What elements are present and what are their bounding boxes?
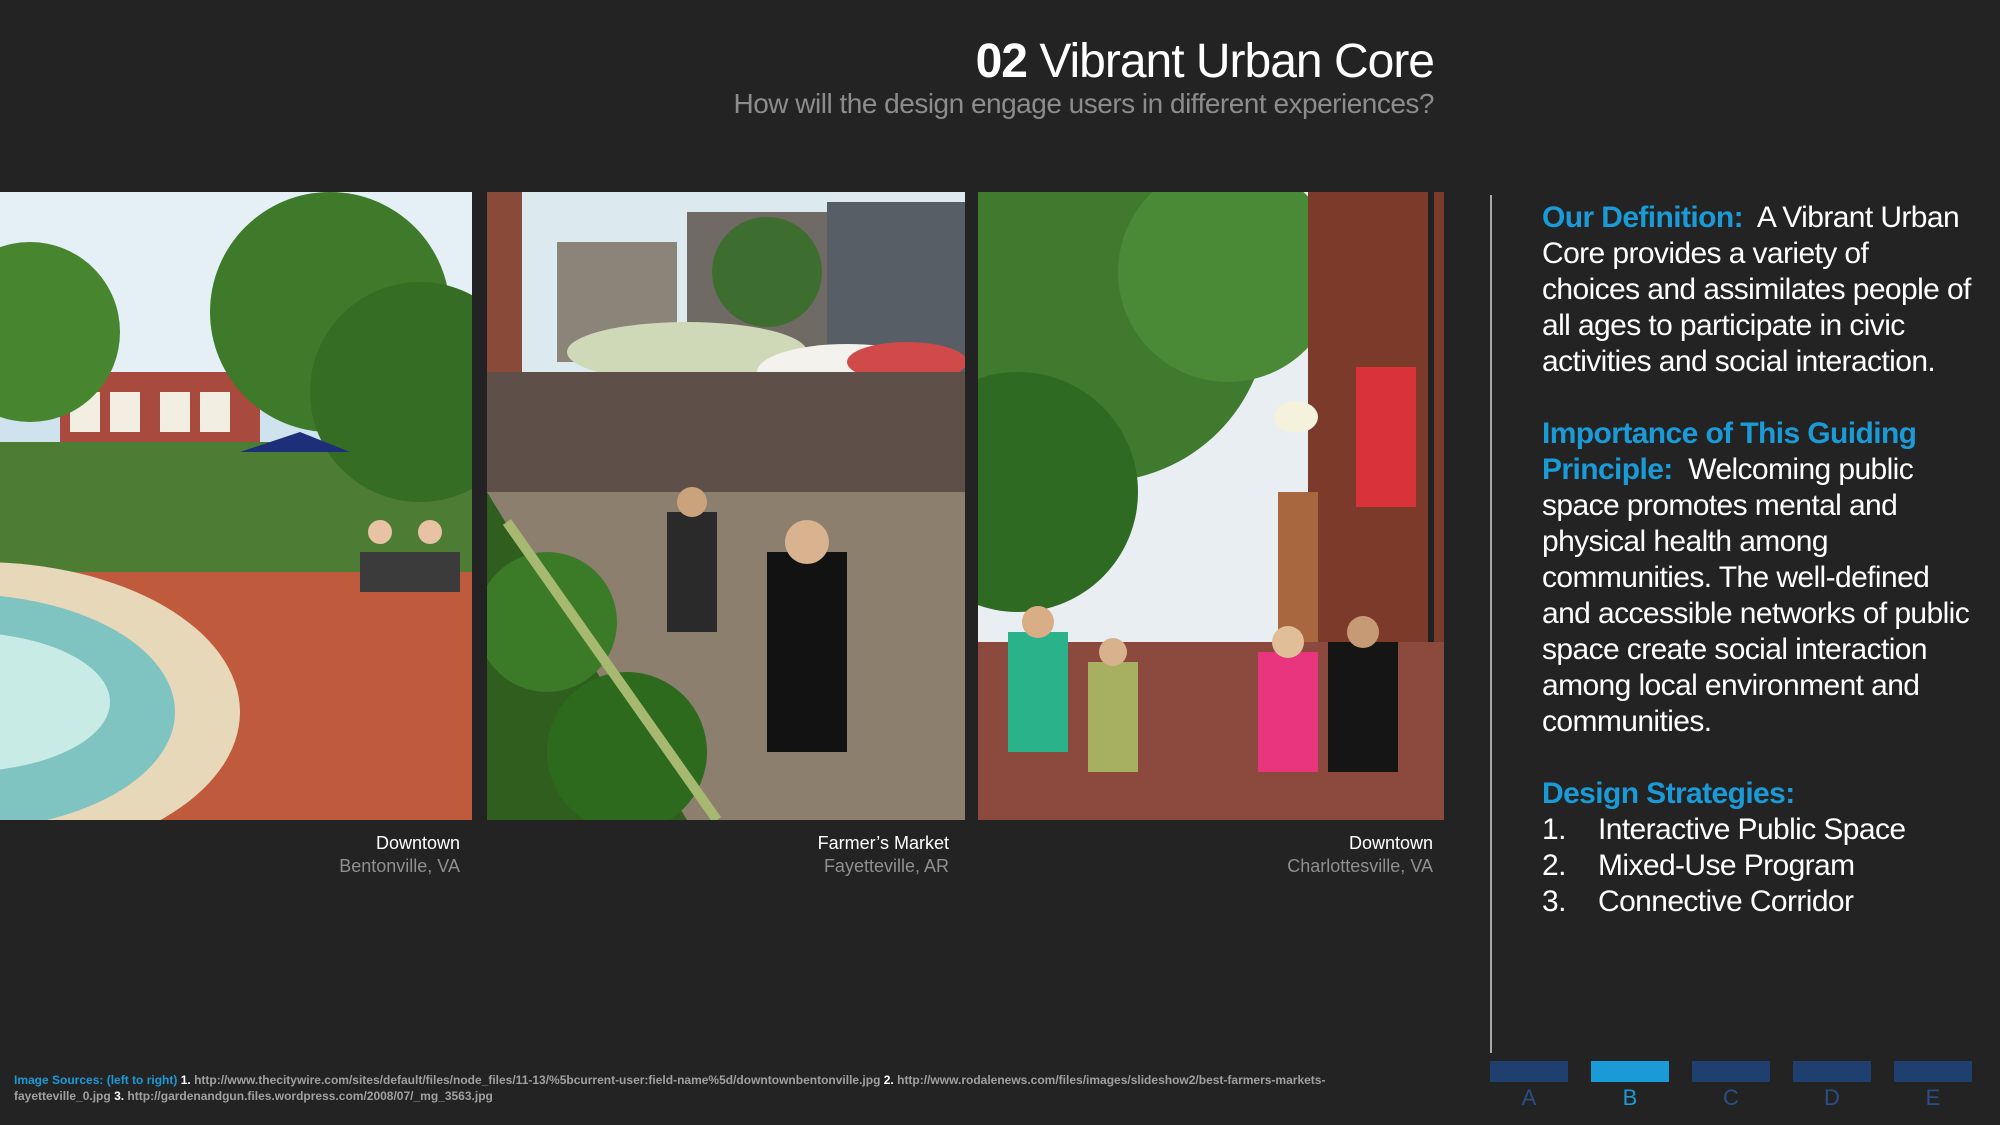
section-number: 02 [975,35,1028,88]
importance-block: Importance of This Guiding Principle: We… [1542,416,1972,740]
photo-caption: Downtown Bentonville, VA [339,832,460,878]
nav-bar [1793,1061,1871,1082]
caption-location: Charlottesville, VA [1287,856,1433,876]
item-number: 3. [1542,885,1566,918]
source-number: 1. [180,1073,191,1087]
item-number: 2. [1542,849,1566,882]
caption-location: Bentonville, VA [339,856,460,876]
list-item: 1. Interactive Public Space [1542,812,1972,848]
nav-letter: A [1521,1085,1537,1110]
item-number: 1. [1542,813,1566,846]
nav-bar [1490,1061,1568,1082]
nav-tab-e[interactable]: E [1894,1061,1972,1110]
sources-label: Image Sources: (left to right) [14,1073,178,1087]
item-label: Interactive Public Space [1598,813,1906,846]
source-number: 2. [883,1073,894,1087]
caption-location: Fayetteville, AR [823,856,949,876]
definition-heading: Our Definition: [1542,201,1744,234]
page-subtitle: How will the design engage users in diff… [733,88,1435,119]
image-sources: Image Sources: (left to right) 1. http:/… [14,1072,1374,1104]
section-title: Vibrant Urban Core [1039,35,1435,88]
source-number: 3. [114,1089,125,1103]
photo-caption: Farmer’s Market Fayetteville, AR [818,832,949,878]
nav-letter: C [1723,1085,1739,1110]
strategies-list: 1. Interactive Public Space 2. Mixed-Use P… [1542,812,1972,920]
list-item: 3. Connective Corridor [1542,884,1972,920]
nav-tab-b[interactable]: B [1591,1061,1669,1110]
nav-tab-c[interactable]: C [1692,1061,1770,1110]
importance-text: Welcoming public space promotes mental a… [1542,453,1970,738]
caption-title: Farmer’s Market [817,833,949,853]
source-link[interactable]: http://gardenandgun.files.wordpress.com/… [127,1089,492,1103]
nav-bar [1692,1061,1770,1082]
strategies-heading: Design Strategies: [1542,777,1795,810]
item-label: Connective Corridor [1598,885,1854,918]
page-title: 02 Vibrant Urban Core [975,32,1435,92]
photo-downtown-charlottesville [978,192,1444,820]
list-item: 2. Mixed-Use Program [1542,848,1972,884]
principle-panel: Our Definition: A Vibrant Urban Core pro… [1542,200,1972,920]
photo-farmers-market-fayetteville [487,192,965,820]
caption-title: Downtown [375,833,460,853]
nav-tab-a[interactable]: A [1490,1061,1568,1110]
divider-line [1490,195,1492,1053]
source-link[interactable]: http://www.thecitywire.com/sites/default… [194,1073,880,1087]
nav-letter: B [1622,1085,1638,1110]
nav-letter: D [1824,1085,1840,1110]
definition-block: Our Definition: A Vibrant Urban Core pro… [1542,200,1972,380]
photo-caption: Downtown Charlottesville, VA [1287,832,1433,878]
nav-letter: E [1925,1085,1941,1110]
photo-downtown-bentonville [0,192,472,820]
nav-tab-d[interactable]: D [1793,1061,1871,1110]
caption-title: Downtown [1348,833,1433,853]
nav-bar [1591,1061,1669,1082]
item-label: Mixed-Use Program [1598,849,1855,882]
nav-bar [1894,1061,1972,1082]
